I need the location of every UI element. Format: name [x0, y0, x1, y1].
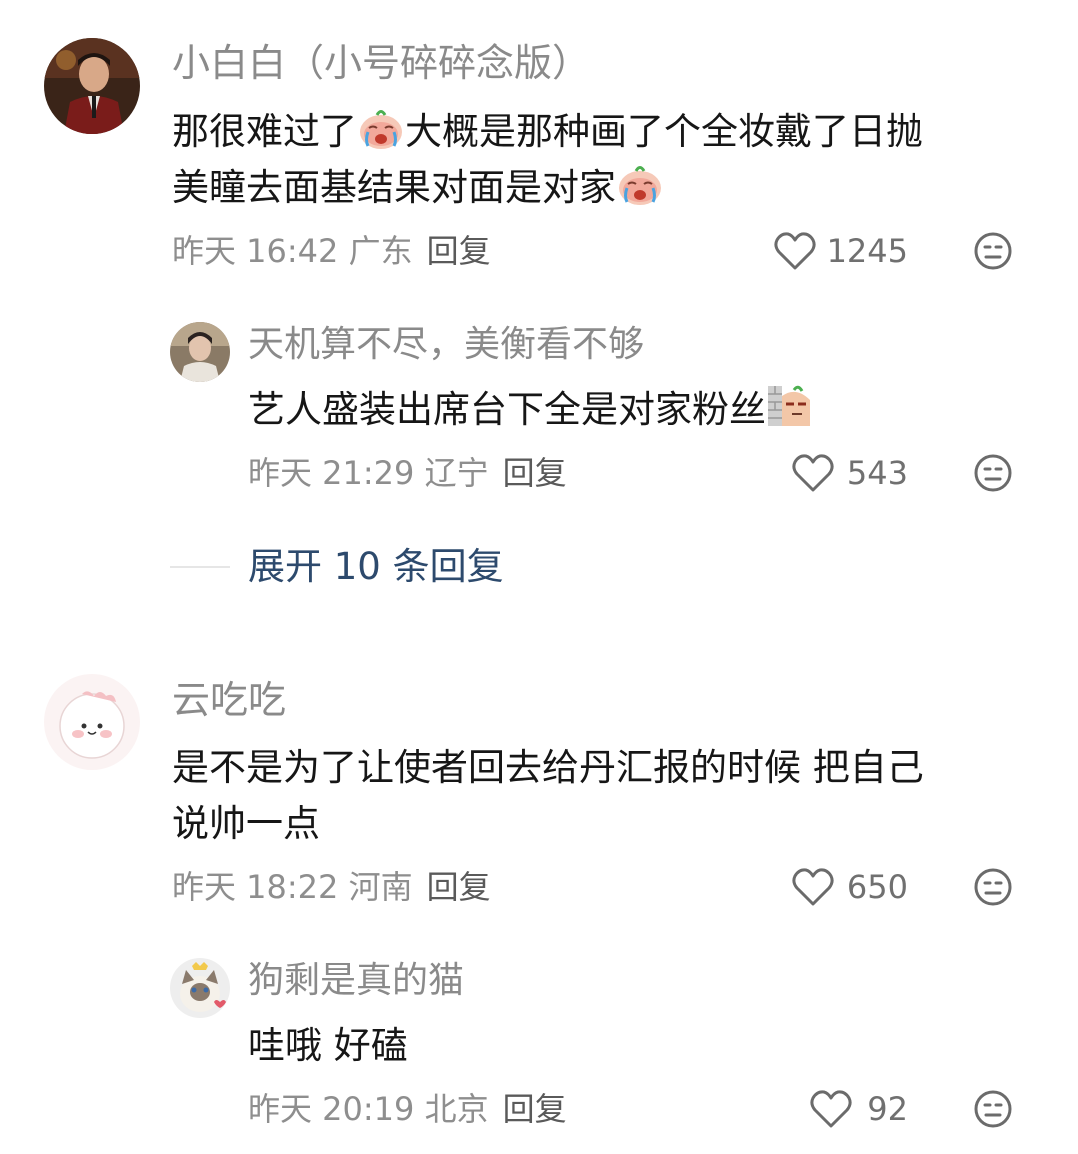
meh-face-icon [974, 1090, 1012, 1128]
reply-button[interactable]: 回复 [503, 454, 567, 492]
crying-emoji [616, 162, 664, 222]
reply-button[interactable]: 回复 [427, 232, 491, 270]
reply-text-part: 艺人盛装出席台下全是对家粉丝 [248, 388, 766, 431]
timestamp-location: 昨天 21:29 辽宁 [248, 454, 489, 492]
comment-meta: 昨天 16:42 广东 回复 [172, 235, 491, 267]
reply-meta: 昨天 20:19 北京 回复 [248, 1093, 567, 1125]
meh-face-icon [974, 868, 1012, 906]
divider [170, 566, 230, 568]
avatar[interactable] [44, 38, 140, 134]
timestamp-location: 昨天 20:19 北京 [248, 1090, 489, 1128]
reply-text: 艺人盛装出席台下全是对家粉丝 [248, 382, 814, 444]
timestamp-location: 昨天 18:22 河南 [172, 868, 413, 906]
dislike-button[interactable] [973, 867, 1013, 907]
peeking-emoji [766, 382, 814, 444]
like-count: 543 [846, 454, 908, 492]
like-count: 1245 [826, 232, 908, 270]
comment-text-part: 大概是那种画了个全妆戴了日抛 [405, 110, 923, 153]
timestamp-location: 昨天 16:42 广东 [172, 232, 413, 270]
meh-face-icon [974, 232, 1012, 270]
like-button[interactable] [773, 230, 817, 272]
heart-outline-icon [792, 868, 834, 906]
avatar[interactable] [170, 322, 230, 382]
dislike-button[interactable] [973, 1089, 1013, 1129]
avatar[interactable] [170, 958, 230, 1018]
like-button[interactable] [791, 866, 835, 908]
crying-emoji [357, 106, 405, 166]
like-button[interactable] [791, 452, 835, 494]
comment-meta: 昨天 18:22 河南 回复 [172, 871, 491, 903]
heart-outline-icon [810, 1090, 852, 1128]
username[interactable]: 小白白（小号碎碎念版） [172, 44, 590, 82]
comment-text: 那很难过了 大概是那种画了个全妆戴了日抛 [172, 104, 923, 166]
reply-button[interactable]: 回复 [427, 868, 491, 906]
avatar[interactable] [44, 674, 140, 770]
reply-button[interactable]: 回复 [503, 1090, 567, 1128]
like-button[interactable] [809, 1088, 853, 1130]
comment-text-line: 美瞳去面基结果对面是对家 [172, 160, 664, 222]
comment-text-line: 说帅一点 [172, 802, 320, 845]
heart-outline-icon [792, 454, 834, 492]
heart-outline-icon [774, 232, 816, 270]
comment-text-part: 那很难过了 [172, 110, 357, 153]
like-count: 650 [846, 868, 908, 906]
username[interactable]: 狗剩是真的猫 [248, 963, 464, 999]
reply-text: 哇哦 好磕 [248, 1024, 408, 1067]
comment-text: 是不是为了让使者回去给丹汇报的时候 把自己 [172, 746, 924, 789]
dislike-button[interactable] [973, 231, 1013, 271]
comment-text-part: 美瞳去面基结果对面是对家 [172, 166, 616, 209]
username[interactable]: 天机算不尽，美衡看不够 [248, 327, 644, 363]
username[interactable]: 云吃吃 [172, 681, 286, 719]
dislike-button[interactable] [973, 453, 1013, 493]
meh-face-icon [974, 454, 1012, 492]
like-count: 92 [867, 1090, 908, 1128]
reply-meta: 昨天 21:29 辽宁 回复 [248, 457, 567, 489]
expand-replies-button[interactable]: 展开 10 条回复 [248, 548, 504, 585]
